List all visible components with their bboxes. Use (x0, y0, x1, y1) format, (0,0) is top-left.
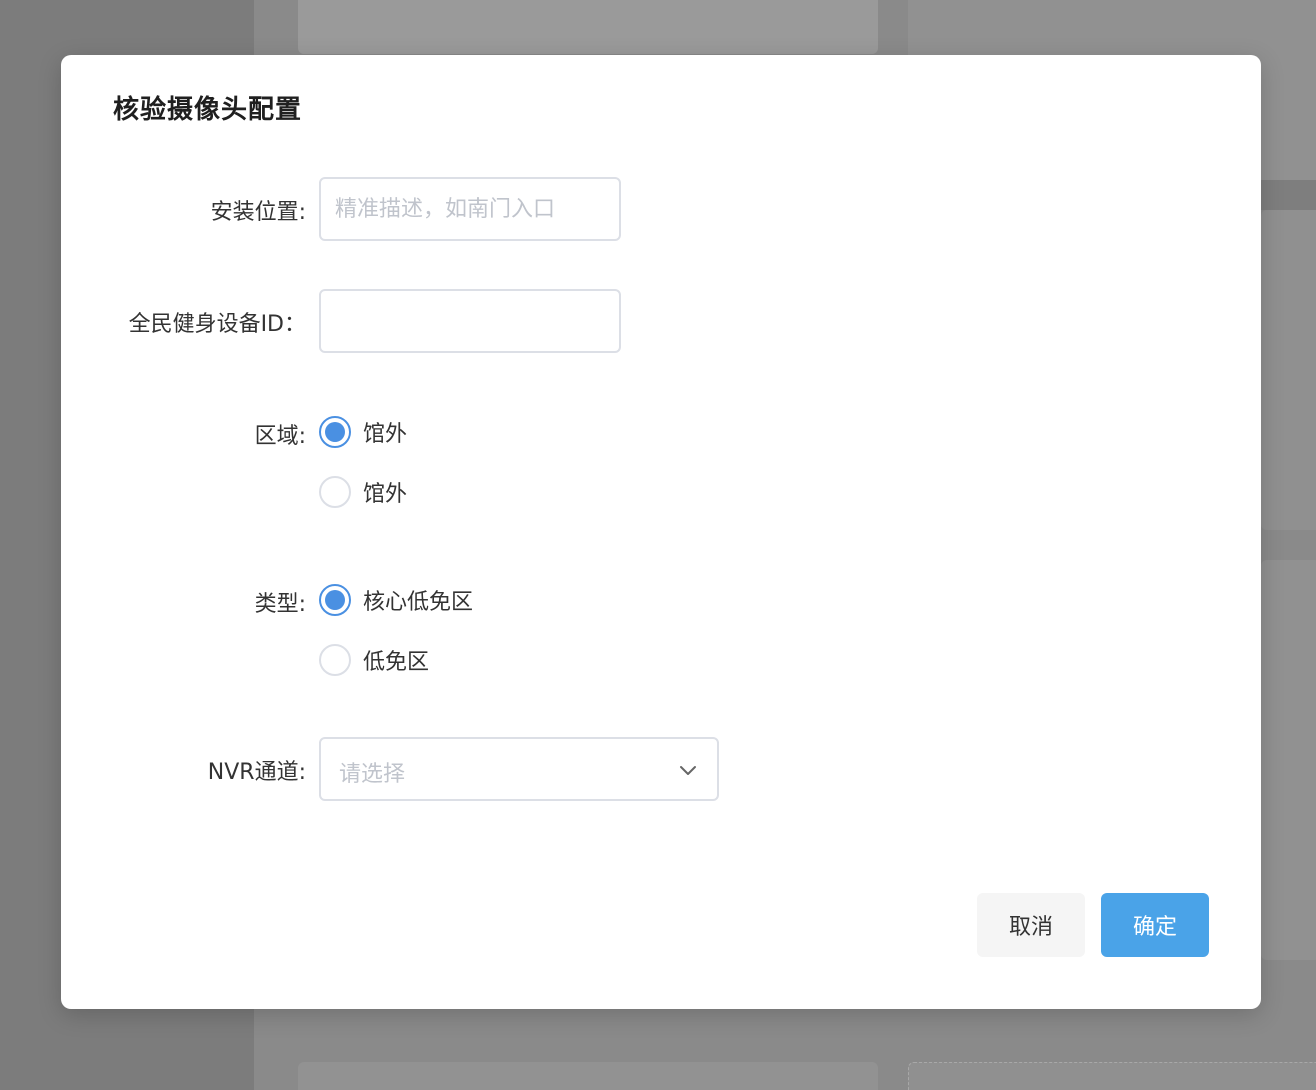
radio-label: 馆外 (363, 482, 408, 507)
type-label: 类型: (254, 592, 306, 617)
radio-label: 核心低免区 (363, 590, 474, 615)
radio-unchecked-icon[interactable] (319, 476, 351, 508)
area-option-2[interactable]: 馆外 (319, 475, 407, 509)
radio-checked-icon[interactable] (319, 416, 351, 448)
camera-config-dialog: 核验摄像头配置 安装位置: 全民健身设备ID： 区域: 馆外 馆外 类型: 核心… (61, 55, 1261, 1009)
nvr-channel-select[interactable]: 请选择 (319, 737, 719, 801)
radio-checked-icon[interactable] (319, 584, 351, 616)
background-strip (1261, 180, 1316, 210)
location-input[interactable] (319, 177, 621, 241)
background-card (1261, 560, 1316, 960)
device-id-input[interactable] (319, 289, 621, 353)
radio-label: 馆外 (363, 422, 408, 447)
area-label: 区域: (254, 424, 306, 449)
dialog-title: 核验摄像头配置 (113, 95, 303, 125)
app-background: 核验摄像头配置 安装位置: 全民健身设备ID： 区域: 馆外 馆外 类型: 核心… (0, 0, 1316, 1090)
cancel-button[interactable]: 取消 (977, 893, 1085, 957)
select-placeholder: 请选择 (339, 762, 406, 787)
nvr-channel-label: NVR通道: (207, 760, 306, 785)
confirm-button[interactable]: 确定 (1101, 893, 1209, 957)
background-upload-area (908, 1062, 1316, 1090)
type-option-low-exempt[interactable]: 低免区 (319, 643, 429, 677)
background-card (298, 1062, 878, 1090)
radio-label: 低免区 (363, 650, 430, 675)
background-card (298, 0, 878, 54)
type-option-core-low-exempt[interactable]: 核心低免区 (319, 583, 473, 617)
device-id-label: 全民健身设备ID： (128, 312, 306, 337)
location-label: 安装位置: (210, 200, 306, 225)
area-option-1[interactable]: 馆外 (319, 415, 407, 449)
radio-unchecked-icon[interactable] (319, 644, 351, 676)
chevron-down-icon[interactable] (677, 759, 699, 781)
background-card (1261, 210, 1316, 530)
